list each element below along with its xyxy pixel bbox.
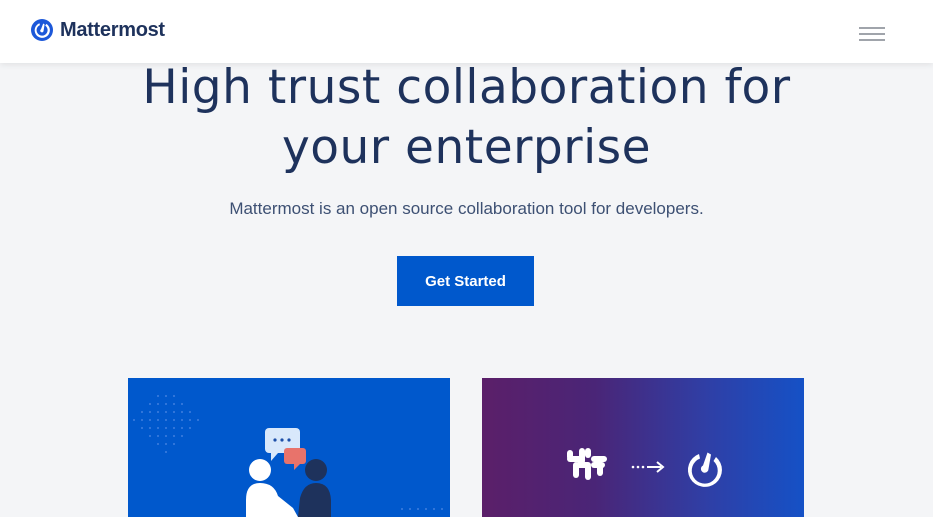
feature-card-collaboration[interactable] [128, 378, 450, 517]
hero-title-line2: your enterprise [281, 120, 652, 175]
menu-line [859, 39, 885, 41]
hero-title: High trust collaboration for your enterp… [0, 58, 933, 178]
slack-to-mattermost-migration-illustration [567, 448, 722, 487]
site-header: Mattermost [0, 0, 933, 63]
logo-link[interactable]: Mattermost [30, 18, 165, 42]
menu-line [859, 27, 885, 29]
menu-line [859, 33, 885, 35]
hamburger-menu-icon[interactable] [858, 24, 888, 44]
chat-people-illustration [133, 395, 443, 517]
slack-logo-icon [567, 448, 607, 480]
feature-card-migration[interactable] [482, 378, 804, 517]
arrow-right-icon [631, 461, 665, 473]
brand-name: Mattermost [60, 18, 165, 41]
get-started-button[interactable]: Get Started [397, 256, 534, 306]
hero-subtitle: Mattermost is an open source collaborati… [229, 199, 704, 218]
hero-title-line1: High trust collaboration for [142, 60, 791, 115]
mattermost-logo-icon [687, 452, 722, 487]
mattermost-logo-icon [31, 19, 53, 41]
